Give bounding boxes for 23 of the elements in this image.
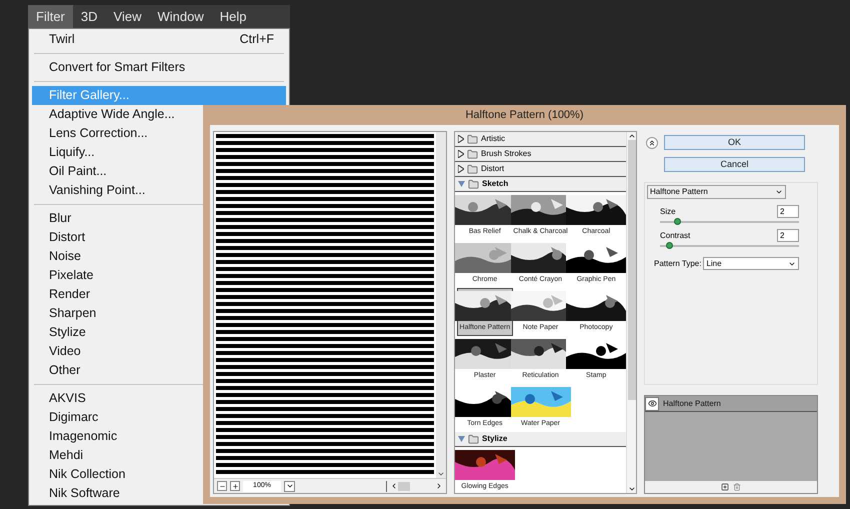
- category-row[interactable]: Distort: [455, 162, 626, 177]
- menu-item[interactable]: Convert for Smart Filters: [32, 58, 286, 77]
- category-row[interactable]: Brush Strokes: [455, 147, 626, 162]
- pattern-type-select[interactable]: Line: [703, 257, 799, 270]
- layer-row[interactable]: Halftone Pattern: [645, 396, 817, 412]
- category-row[interactable]: Artistic: [455, 132, 626, 147]
- menu-bar-item[interactable]: View: [106, 5, 150, 28]
- pattern-type-label: Pattern Type:: [654, 258, 702, 270]
- menu-item[interactable]: Twirl Ctrl+F: [32, 30, 286, 49]
- menu-bar-item[interactable]: 3D: [72, 5, 106, 28]
- param-field[interactable]: 2: [777, 229, 799, 242]
- filter-select[interactable]: Halftone Pattern: [647, 185, 786, 199]
- param-field[interactable]: 2: [777, 205, 799, 218]
- param-label: Contrast: [659, 230, 690, 242]
- category-row[interactable]: Stylize: [455, 432, 626, 447]
- dialog-button[interactable]: Cancel: [664, 157, 805, 172]
- dialog-button[interactable]: OK: [664, 135, 805, 150]
- menu-bar-item[interactable]: Filter: [28, 5, 73, 28]
- menu-bar-item[interactable]: Help: [212, 5, 254, 28]
- menu-bar-item[interactable]: Window: [149, 5, 212, 28]
- window-title: Halftone Pattern (100%): [464, 108, 584, 123]
- category-row[interactable]: Sketch: [455, 177, 626, 192]
- param-label: Size: [659, 206, 676, 218]
